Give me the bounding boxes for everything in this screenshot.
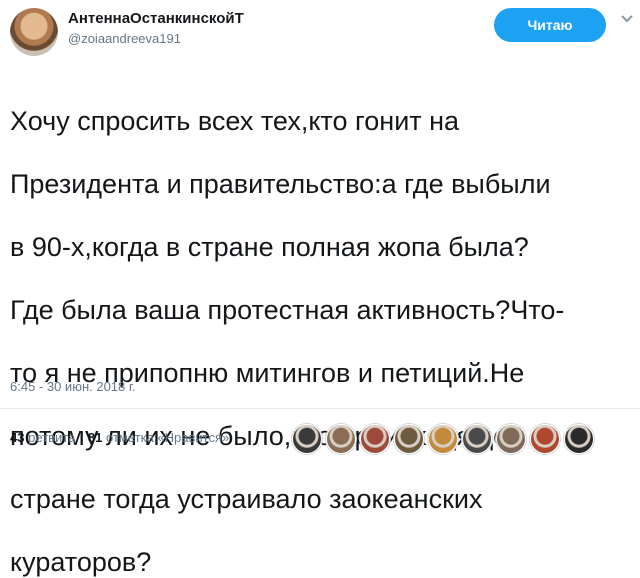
- liker-avatar-3[interactable]: [360, 424, 390, 454]
- liker-avatar-7[interactable]: [496, 424, 526, 454]
- timestamp[interactable]: 6:45 - 30 июн. 2018 г.: [10, 379, 136, 394]
- tweet-line: Хочу спросить всех тех,кто гонит на: [10, 105, 460, 136]
- retweets-label: ретвита: [28, 430, 76, 445]
- liker-avatars: [292, 424, 594, 454]
- retweets-count: 43: [10, 430, 25, 445]
- chevron-down-icon[interactable]: [620, 12, 634, 26]
- likes-count: 81: [87, 430, 103, 445]
- tweet-text: Хочу спросить всех тех,кто гонит на През…: [10, 74, 638, 578]
- retweets-stat[interactable]: 43 ретвита: [10, 430, 79, 445]
- liker-avatar-4[interactable]: [394, 424, 424, 454]
- tweet-line: кураторов?: [10, 546, 152, 577]
- tweet-line: Где была ваша протестная активность?Что-: [10, 294, 565, 325]
- likes-stat[interactable]: 81 отметка «Нравится»: [88, 430, 229, 445]
- liker-avatar-2[interactable]: [326, 424, 356, 454]
- liker-avatar-9[interactable]: [564, 424, 594, 454]
- tweet-line: стране тогда устраивало заокеанских: [10, 483, 483, 514]
- user-avatar[interactable]: [10, 8, 58, 56]
- liker-avatar-5[interactable]: [428, 424, 458, 454]
- display-name[interactable]: АнтеннаОстанкинскойТ: [68, 10, 244, 27]
- liker-avatar-1[interactable]: [292, 424, 322, 454]
- user-handle[interactable]: @zoiaandreeva191: [68, 31, 181, 46]
- liker-avatar-6[interactable]: [462, 424, 492, 454]
- likes-label: отметка «Нравится»: [106, 430, 230, 445]
- engagement-stats: 43 ретвита 81 отметка «Нравится»: [10, 430, 229, 445]
- tweet-line: Президента и правительство:а где выбыли: [10, 168, 551, 199]
- tweet-header: АнтеннаОстанкинскойТ @zoiaandreeva191 Чи…: [0, 0, 640, 62]
- tweet-line: в 90-х,когда в стране полная жопа была?: [10, 231, 529, 262]
- liker-avatar-8[interactable]: [530, 424, 560, 454]
- divider: [0, 408, 640, 409]
- follow-button[interactable]: Читаю: [494, 8, 606, 42]
